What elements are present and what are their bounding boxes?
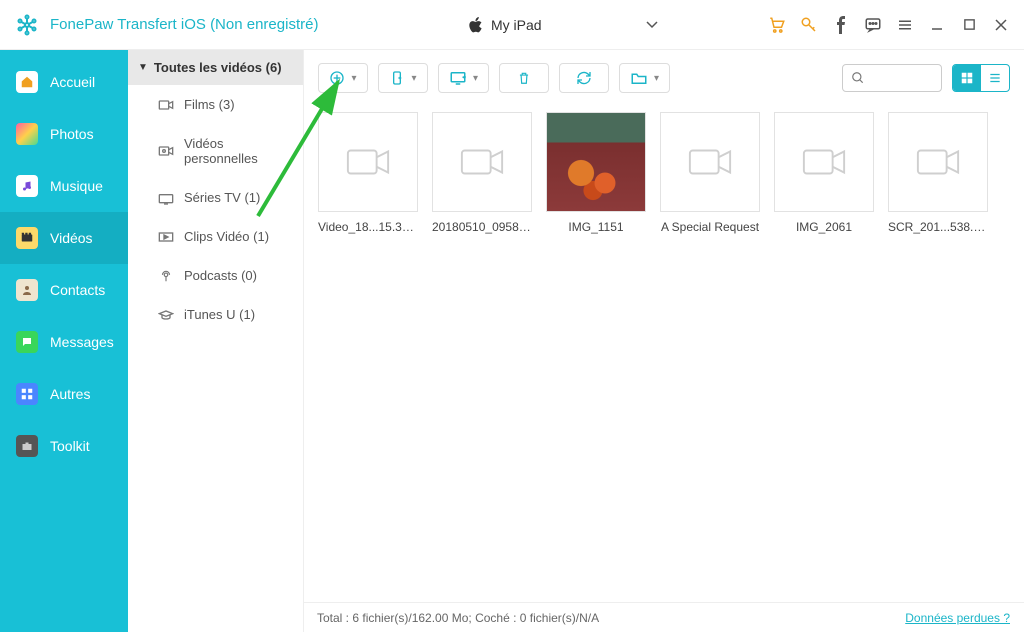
clip-icon: [158, 230, 174, 244]
key-icon[interactable]: [800, 16, 818, 34]
category-videos-perso[interactable]: Vidéos personnelles: [128, 124, 303, 178]
chevron-down-icon: [646, 18, 658, 32]
delete-button[interactable]: [499, 63, 549, 93]
lost-data-link[interactable]: Données perdues ?: [905, 611, 1010, 625]
toolbar: ▾ ▾ ▾ ▾: [304, 50, 1024, 106]
toolkit-icon: [16, 435, 38, 457]
category-films[interactable]: Films (3): [128, 85, 303, 124]
maximize-icon[interactable]: [960, 16, 978, 34]
video-item[interactable]: IMG_1151: [546, 112, 646, 234]
sidebar-item-label: Accueil: [50, 74, 95, 90]
list-view-button[interactable]: [981, 65, 1009, 91]
video-thumbnail: [888, 112, 988, 212]
photos-icon: [16, 123, 38, 145]
facebook-icon[interactable]: [832, 16, 850, 34]
chevron-down-icon: ▾: [473, 73, 478, 84]
video-filename: SCR_201...538.mp4: [888, 220, 988, 234]
video-thumbnail: [660, 112, 760, 212]
minimize-icon[interactable]: [928, 16, 946, 34]
sidebar-item-photos[interactable]: Photos: [0, 108, 128, 160]
video-filename: 20180510_095812: [432, 220, 532, 234]
video-item[interactable]: IMG_2061: [774, 112, 874, 234]
sidebar-item-accueil[interactable]: Accueil: [0, 56, 128, 108]
category-header[interactable]: ▼ Toutes les vidéos (6): [128, 50, 303, 85]
folder-button[interactable]: ▾: [619, 63, 670, 93]
sidebar-item-label: Contacts: [50, 282, 105, 298]
content-area: ▾ ▾ ▾ ▾ Video_18...15.36.14 20180510_095…: [304, 50, 1024, 632]
music-icon: [16, 175, 38, 197]
sidebar-item-label: Toolkit: [50, 438, 90, 454]
search-input[interactable]: [871, 71, 931, 85]
more-icon: [16, 383, 38, 405]
film-icon: [158, 98, 174, 112]
category-itunesu[interactable]: iTunes U (1): [128, 295, 303, 334]
add-button[interactable]: ▾: [318, 63, 368, 93]
sidebar-item-autres[interactable]: Autres: [0, 368, 128, 420]
category-header-label: Toutes les vidéos (6): [154, 60, 282, 75]
export-pc-button[interactable]: ▾: [438, 63, 489, 93]
title-bar: FonePaw Transfert iOS (Non enregistré) M…: [0, 0, 1024, 50]
home-icon: [16, 71, 38, 93]
status-bar: Total : 6 fichier(s)/162.00 Mo; Coché : …: [303, 602, 1024, 632]
status-text: Total : 6 fichier(s)/162.00 Mo; Coché : …: [317, 611, 905, 625]
chevron-down-icon: ▾: [654, 73, 659, 84]
contacts-icon: [16, 279, 38, 301]
grid-view-button[interactable]: [953, 65, 981, 91]
sidebar: Accueil Photos Musique Vidéos Contacts M…: [0, 50, 128, 632]
sidebar-item-label: Photos: [50, 126, 94, 142]
device-selector[interactable]: My iPad: [469, 17, 658, 33]
apple-icon: [469, 17, 483, 33]
video-filename: IMG_1151: [546, 220, 646, 234]
category-panel: ▼ Toutes les vidéos (6) Films (3) Vidéos…: [128, 50, 304, 632]
app-title: FonePaw Transfert iOS (Non enregistré): [50, 16, 318, 33]
video-thumbnail: [432, 112, 532, 212]
video-item[interactable]: 20180510_095812: [432, 112, 532, 234]
messages-icon: [16, 331, 38, 353]
category-clips[interactable]: Clips Vidéo (1): [128, 217, 303, 256]
feedback-icon[interactable]: [864, 16, 882, 34]
close-icon[interactable]: [992, 16, 1010, 34]
video-thumbnail: [546, 112, 646, 212]
chevron-down-icon: ▾: [351, 73, 356, 84]
sidebar-item-contacts[interactable]: Contacts: [0, 264, 128, 316]
sidebar-item-label: Messages: [50, 334, 114, 350]
category-podcasts[interactable]: Podcasts (0): [128, 256, 303, 295]
video-filename: Video_18...15.36.14: [318, 220, 418, 234]
sidebar-item-label: Autres: [50, 386, 90, 402]
videos-icon: [16, 227, 38, 249]
video-filename: IMG_2061: [774, 220, 874, 234]
tv-icon: [158, 191, 174, 205]
video-item[interactable]: A Special Request: [660, 112, 760, 234]
menu-icon[interactable]: [896, 16, 914, 34]
itunesu-icon: [158, 308, 174, 322]
export-device-button[interactable]: ▾: [378, 63, 428, 93]
video-thumbnail: [318, 112, 418, 212]
video-item[interactable]: Video_18...15.36.14: [318, 112, 418, 234]
video-grid: Video_18...15.36.14 20180510_095812 IMG_…: [304, 106, 1024, 240]
cart-icon[interactable]: [768, 16, 786, 34]
collapse-icon: ▼: [138, 62, 148, 73]
sidebar-item-label: Vidéos: [50, 230, 93, 246]
device-name-label: My iPad: [491, 17, 542, 33]
podcast-icon: [158, 269, 174, 283]
search-box[interactable]: [842, 64, 942, 92]
refresh-button[interactable]: [559, 63, 609, 93]
chevron-down-icon: ▾: [411, 73, 416, 84]
sidebar-item-musique[interactable]: Musique: [0, 160, 128, 212]
view-toggle: [952, 64, 1010, 92]
video-filename: A Special Request: [660, 220, 760, 234]
app-logo-icon: [14, 12, 40, 38]
sidebar-item-videos[interactable]: Vidéos: [0, 212, 128, 264]
sidebar-item-label: Musique: [50, 178, 103, 194]
sidebar-item-toolkit[interactable]: Toolkit: [0, 420, 128, 472]
video-item[interactable]: SCR_201...538.mp4: [888, 112, 988, 234]
sidebar-item-messages[interactable]: Messages: [0, 316, 128, 368]
video-thumbnail: [774, 112, 874, 212]
personal-video-icon: [158, 144, 174, 158]
category-series-tv[interactable]: Séries TV (1): [128, 178, 303, 217]
search-icon: [851, 71, 865, 85]
